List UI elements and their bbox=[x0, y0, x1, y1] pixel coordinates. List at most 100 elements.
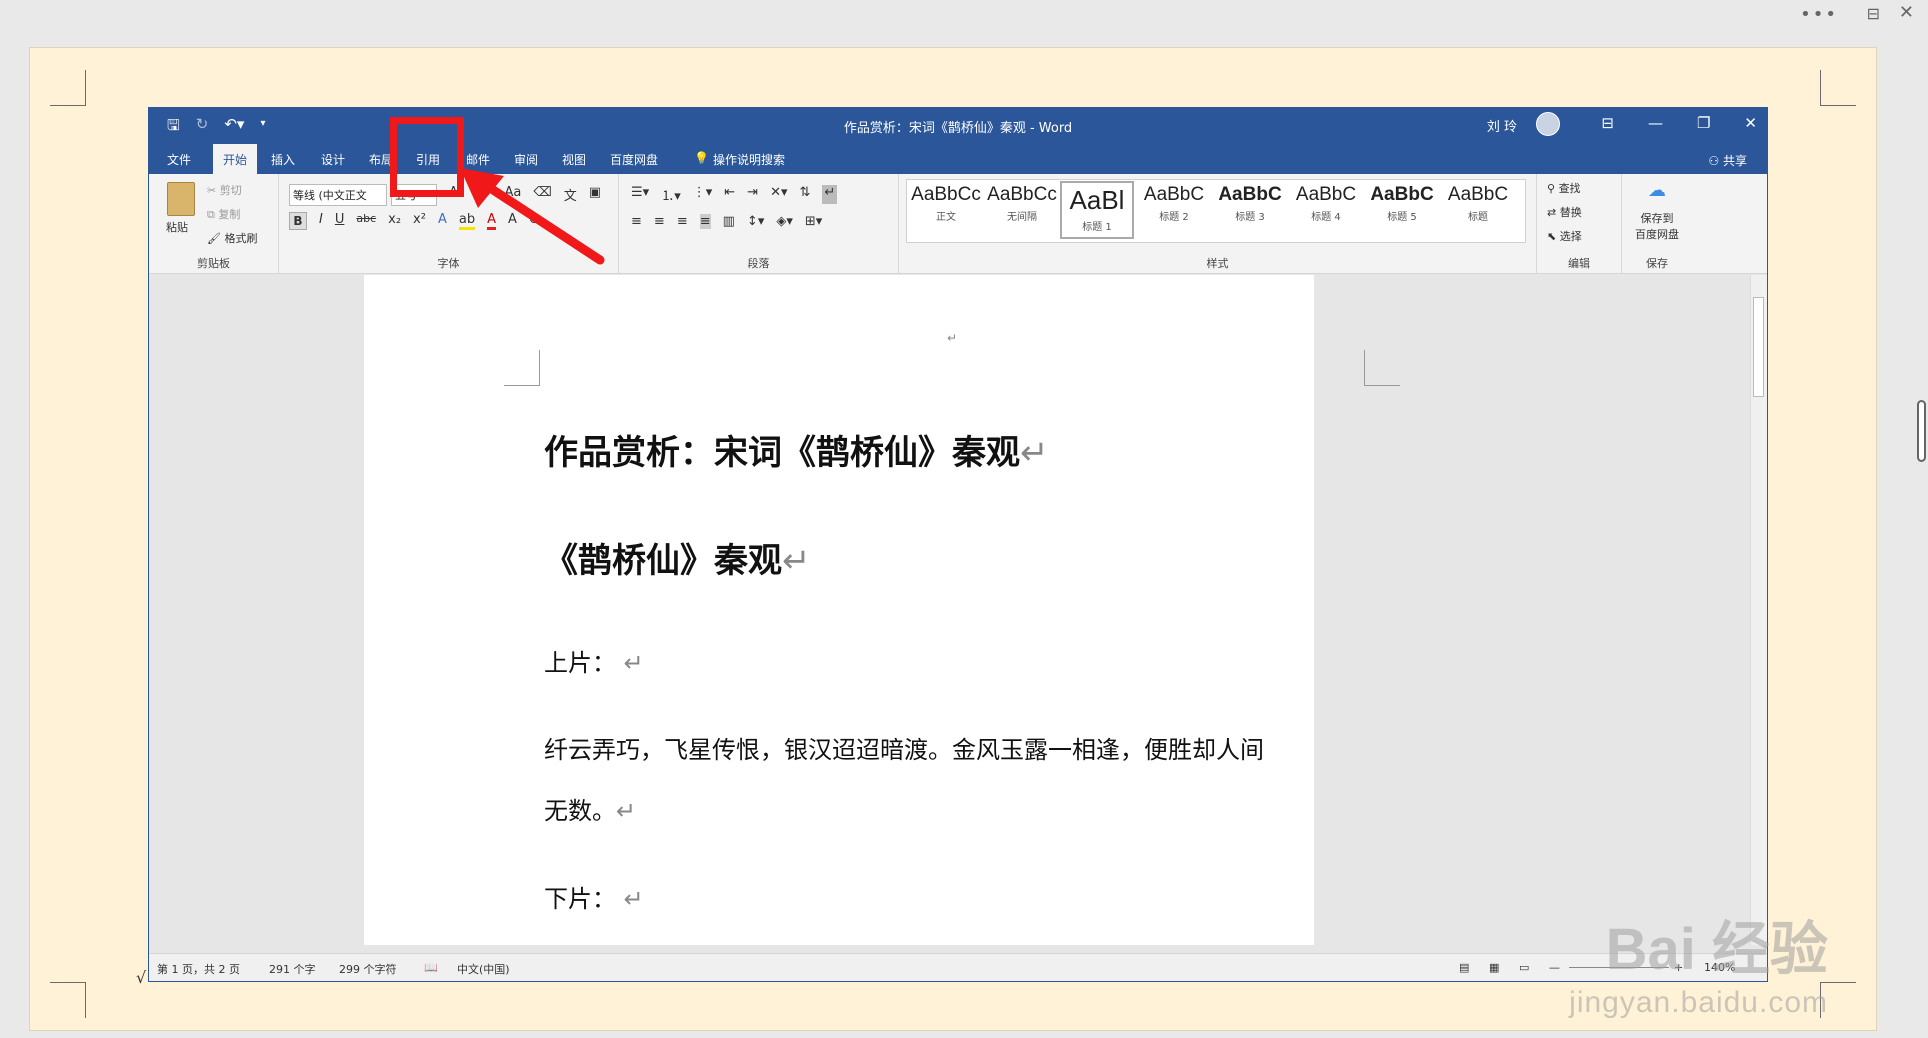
close-icon[interactable]: ✕ bbox=[1744, 114, 1757, 132]
clipboard-group: 粘贴 ✂ 剪切 ⧉ 复制 🖌 格式刷 剪贴板 bbox=[149, 174, 279, 274]
paste-icon[interactable] bbox=[167, 182, 195, 216]
web-layout-icon[interactable]: ▭ bbox=[1519, 961, 1529, 974]
strikethrough-icon[interactable]: abc bbox=[356, 212, 376, 230]
style-heading-4[interactable]: AaBbC 标题 4 bbox=[1289, 184, 1363, 223]
style-heading-1[interactable]: AaBl 标题 1 bbox=[1060, 181, 1134, 239]
poem-line-2[interactable]: 无数。↵ bbox=[544, 791, 636, 826]
avatar[interactable] bbox=[1536, 112, 1560, 136]
lightbulb-icon: 💡 bbox=[694, 151, 709, 165]
style-sample: AaBbC bbox=[1370, 184, 1434, 205]
paragraph-group: ☰▾ ⒈▾ ⋮▾ ⇤ ⇥ ✕▾ ⇅ ↵ ≡ ≡ ≡ ≡ ▥ ↕▾ ◈▾ ⊞▾ 段… bbox=[619, 174, 899, 274]
superscript-icon[interactable]: x² bbox=[413, 212, 426, 230]
cut-label: 剪切 bbox=[219, 184, 242, 197]
style-normal[interactable]: AaBbCc 正文 bbox=[909, 184, 983, 223]
share-button[interactable]: ⚇ 共享 bbox=[1708, 152, 1747, 169]
paste-button[interactable]: 粘贴 bbox=[166, 219, 188, 235]
crop-mark bbox=[50, 70, 86, 106]
section-upper[interactable]: 上片： ↵ bbox=[544, 643, 644, 678]
shading-icon[interactable]: ◈▾ bbox=[776, 214, 793, 229]
clipboard-label: 剪贴板 bbox=[197, 257, 230, 270]
document-page[interactable]: ↵ 作品赏析：宋词《鹊桥仙》秦观↵ 《鹊桥仙》秦观↵ 上片： ↵ 纤云弄巧，飞星… bbox=[364, 275, 1400, 945]
poem-line-1[interactable]: 纤云弄巧，飞星传恨，银汉迢迢暗渡。金风玉露一相逢，便胜却人间 bbox=[544, 730, 1264, 765]
scroll-handle[interactable] bbox=[1917, 400, 1926, 462]
vertical-scrollbar[interactable] bbox=[1750, 275, 1767, 945]
scroll-thumb[interactable] bbox=[1753, 297, 1764, 397]
line-spacing-icon[interactable]: ↕▾ bbox=[747, 214, 764, 229]
replace-button[interactable]: ⇄ 替换 bbox=[1547, 204, 1582, 220]
tab-view[interactable]: 视图 bbox=[562, 151, 586, 168]
margin-mark bbox=[1364, 350, 1400, 386]
maximize-icon[interactable]: ❐ bbox=[1697, 114, 1710, 132]
distributed-icon[interactable]: ▥ bbox=[723, 214, 735, 229]
restore-icon[interactable]: ⊟ bbox=[1867, 4, 1880, 23]
text-effects-icon[interactable]: A bbox=[438, 212, 447, 230]
word-window: 🖫 ↻ ↶▾ ▾ 作品赏析：宋词《鹊桥仙》秦观 - Word 刘 玲 ⊟ — ❐… bbox=[148, 107, 1768, 982]
user-name[interactable]: 刘 玲 bbox=[1487, 116, 1517, 135]
char-count[interactable]: 299 个字符 bbox=[339, 961, 397, 977]
numbering-icon[interactable]: ⒈▾ bbox=[661, 185, 681, 204]
underline-icon[interactable]: U bbox=[335, 212, 345, 230]
bold-icon[interactable]: B bbox=[289, 212, 307, 230]
tab-review[interactable]: 审阅 bbox=[514, 151, 538, 168]
find-button[interactable]: ⚲ 查找 bbox=[1547, 180, 1581, 196]
style-title[interactable]: AaBbC 标题 bbox=[1441, 184, 1515, 223]
tab-insert[interactable]: 插入 bbox=[271, 151, 295, 168]
style-heading-5[interactable]: AaBbC 标题 5 bbox=[1365, 184, 1439, 223]
sort-icon[interactable]: ⇅ bbox=[799, 185, 810, 204]
read-mode-icon[interactable]: ▤ bbox=[1459, 961, 1469, 974]
font-name-select[interactable]: 等线 (中文正文 bbox=[289, 184, 387, 206]
copy-button[interactable]: ⧉ 复制 bbox=[207, 206, 240, 222]
more-options-icon[interactable]: ••• bbox=[1800, 4, 1838, 25]
tab-design[interactable]: 设计 bbox=[321, 151, 345, 168]
italic-icon[interactable]: I bbox=[319, 212, 323, 230]
share-label: 共享 bbox=[1722, 154, 1747, 168]
save-to-baidu-button[interactable]: 保存到 百度网盘 bbox=[1622, 210, 1692, 242]
section-lower[interactable]: 下片： ↵ bbox=[544, 879, 644, 914]
align-right-icon[interactable]: ≡ bbox=[677, 214, 688, 229]
align-tools: ≡ ≡ ≡ ≡ ▥ ↕▾ ◈▾ ⊞▾ bbox=[631, 214, 822, 229]
bullets-icon[interactable]: ☰▾ bbox=[631, 185, 649, 204]
page-count[interactable]: 第 1 页，共 2 页 bbox=[157, 961, 240, 977]
check-mark: √ bbox=[136, 968, 147, 987]
save-label: 保存 bbox=[1646, 257, 1668, 270]
style-heading-3[interactable]: AaBbC 标题 3 bbox=[1213, 184, 1287, 223]
increase-indent-icon[interactable]: ⇥ bbox=[747, 185, 758, 204]
print-layout-icon[interactable]: ▦ bbox=[1489, 961, 1499, 974]
chinese-layout-icon[interactable]: ✕▾ bbox=[770, 185, 787, 204]
close-icon[interactable]: ✕ bbox=[1899, 2, 1914, 23]
heading-1[interactable]: 作品赏析：宋词《鹊桥仙》秦观↵ bbox=[544, 425, 1049, 474]
style-heading-2[interactable]: AaBbC 标题 2 bbox=[1137, 184, 1211, 223]
heading-2[interactable]: 《鹊桥仙》秦观↵ bbox=[544, 533, 811, 582]
subscript-icon[interactable]: x₂ bbox=[388, 212, 401, 230]
cut-button[interactable]: ✂ 剪切 bbox=[207, 182, 242, 198]
format-painter-button[interactable]: 🖌 格式刷 bbox=[207, 230, 257, 246]
format-painter-label: 格式刷 bbox=[224, 232, 258, 245]
language[interactable]: 中文(中国) bbox=[457, 961, 510, 977]
decrease-indent-icon[interactable]: ⇤ bbox=[724, 185, 735, 204]
tab-baidu-netdisk[interactable]: 百度网盘 bbox=[610, 151, 658, 168]
tab-home[interactable]: 开始 bbox=[213, 144, 258, 174]
align-left-icon[interactable]: ≡ bbox=[631, 214, 642, 229]
tab-file[interactable]: 文件 bbox=[167, 151, 191, 168]
justify-icon[interactable]: ≡ bbox=[699, 214, 711, 229]
show-marks-icon[interactable]: ↵ bbox=[822, 185, 838, 204]
multilevel-list-icon[interactable]: ⋮▾ bbox=[693, 185, 713, 204]
ribbon-display-icon[interactable]: ⊟ bbox=[1601, 114, 1614, 132]
proofing-icon[interactable]: 📖 bbox=[424, 961, 438, 974]
section-lower-text: 下片： bbox=[544, 885, 616, 913]
minimize-icon[interactable]: — bbox=[1648, 114, 1663, 132]
word-count[interactable]: 291 个字 bbox=[269, 961, 316, 977]
borders-icon[interactable]: ⊞▾ bbox=[805, 214, 822, 229]
watermark-logo: Bai 经验 bbox=[1605, 917, 1828, 982]
select-button[interactable]: ⬉ 选择 bbox=[1547, 228, 1582, 244]
zoom-out-icon[interactable]: — bbox=[1549, 961, 1560, 974]
style-sample: AaBbCc bbox=[987, 184, 1057, 205]
style-no-spacing[interactable]: AaBbCc 无间隔 bbox=[985, 184, 1059, 223]
align-center-icon[interactable]: ≡ bbox=[654, 214, 665, 229]
replace-label: 替换 bbox=[1559, 206, 1582, 219]
tell-me-search[interactable]: 操作说明搜索 bbox=[713, 151, 785, 168]
tab-mailings[interactable]: 邮件 bbox=[466, 151, 490, 168]
paragraph-mark: ↵ bbox=[616, 797, 637, 825]
cloud-icon: ☁ bbox=[1648, 180, 1666, 201]
watermark-url: jingyan.baidu.com bbox=[1569, 986, 1828, 1019]
